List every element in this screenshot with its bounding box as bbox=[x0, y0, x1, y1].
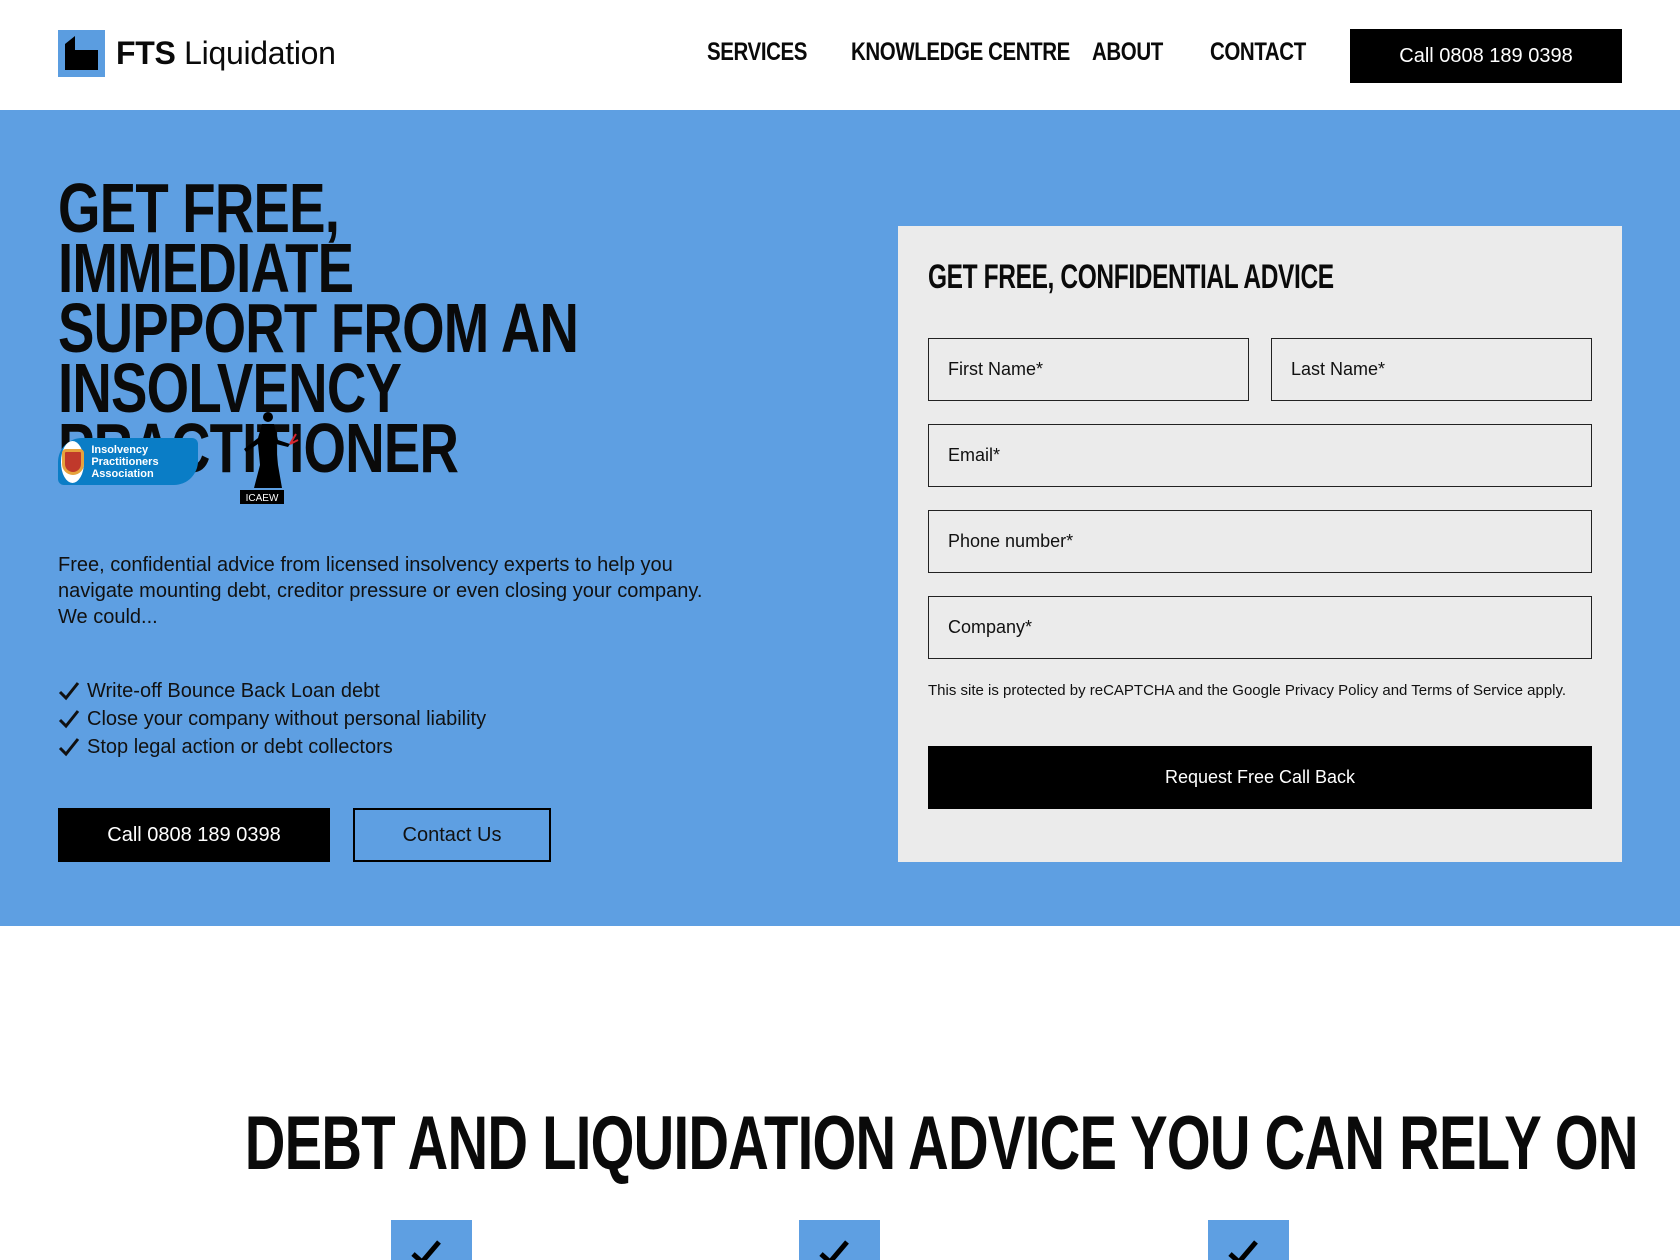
first-name-field[interactable] bbox=[928, 338, 1249, 401]
nav-item-services[interactable]: SERVICES bbox=[707, 38, 807, 67]
ipa-badge: Insolvency Practitioners Association bbox=[58, 438, 198, 485]
request-call-back-button[interactable]: Request Free Call Back bbox=[928, 746, 1592, 809]
ipa-badge-text: Insolvency Practitioners Association bbox=[91, 443, 159, 480]
ipa-crest-icon bbox=[61, 440, 85, 483]
feature-check-icon bbox=[391, 1220, 472, 1260]
check-icon bbox=[58, 738, 80, 757]
check-icon bbox=[58, 710, 80, 729]
section-title-text: DEBT AND LIQUIDATION ADVICE YOU CAN RELY… bbox=[244, 1101, 1639, 1186]
site-header: FTS Liquidation SERVICES KNOWLEDGE CENTR… bbox=[0, 0, 1680, 110]
phone-input[interactable] bbox=[929, 511, 1591, 572]
list-item-label: Write-off Bounce Back Loan debt bbox=[87, 679, 380, 702]
icaew-label: ICAEW bbox=[246, 493, 279, 504]
logo-mark-icon bbox=[58, 30, 105, 77]
contact-us-button[interactable]: Contact Us bbox=[353, 808, 551, 862]
logo-text: FTS Liquidation bbox=[116, 35, 336, 72]
list-item: Write-off Bounce Back Loan debt bbox=[58, 677, 486, 705]
phone-field[interactable] bbox=[928, 510, 1592, 573]
nav-item-about[interactable]: ABOUT bbox=[1092, 38, 1163, 67]
company-field[interactable] bbox=[928, 596, 1592, 659]
icaew-badge: ICAEW bbox=[238, 410, 308, 506]
check-icon bbox=[58, 682, 80, 701]
list-item: Close your company without personal liab… bbox=[58, 705, 486, 733]
logo[interactable]: FTS Liquidation bbox=[58, 30, 336, 77]
feature-check-icon bbox=[1208, 1220, 1289, 1260]
list-item-label: Close your company without personal liab… bbox=[87, 707, 487, 730]
first-name-input[interactable] bbox=[929, 339, 1248, 400]
last-name-input[interactable] bbox=[1272, 339, 1591, 400]
callback-form: GET FREE, CONFIDENTIAL ADVICE This site … bbox=[898, 226, 1622, 862]
header-call-button[interactable]: Call 0808 189 0398 bbox=[1350, 29, 1622, 83]
email-input[interactable] bbox=[929, 425, 1591, 486]
email-field[interactable] bbox=[928, 424, 1592, 487]
nav-item-contact[interactable]: CONTACT bbox=[1210, 38, 1306, 67]
recaptcha-notice: This site is protected by reCAPTCHA and … bbox=[928, 682, 1567, 699]
logo-name-bold: FTS bbox=[116, 35, 176, 71]
hero-section: GET FREE, IMMEDIATE SUPPORT FROM AN INSO… bbox=[0, 110, 1680, 926]
hero-description: Free, confidential advice from licensed … bbox=[58, 554, 703, 628]
nav-item-knowledge-centre[interactable]: KNOWLEDGE CENTRE bbox=[851, 38, 1070, 67]
feature-check-icon bbox=[799, 1220, 880, 1260]
hero-title-line: GET FREE, IMMEDIATE bbox=[58, 169, 354, 307]
hero-call-button[interactable]: Call 0808 189 0398 bbox=[58, 808, 330, 862]
hero-title: GET FREE, IMMEDIATE SUPPORT FROM AN INSO… bbox=[58, 169, 604, 483]
list-item-label: Stop legal action or debt collectors bbox=[87, 735, 393, 758]
benefit-list: Write-off Bounce Back Loan debt Close yo… bbox=[58, 677, 486, 761]
last-name-field[interactable] bbox=[1271, 338, 1592, 401]
section-title: DEBT AND LIQUIDATION ADVICE YOU CAN RELY… bbox=[0, 1100, 1680, 1187]
company-input[interactable] bbox=[929, 597, 1591, 658]
list-item: Stop legal action or debt collectors bbox=[58, 733, 486, 761]
logo-name-light: Liquidation bbox=[184, 35, 336, 71]
form-title: GET FREE, CONFIDENTIAL ADVICE bbox=[928, 258, 1334, 296]
icaew-figure-icon: ICAEW bbox=[240, 412, 299, 504]
